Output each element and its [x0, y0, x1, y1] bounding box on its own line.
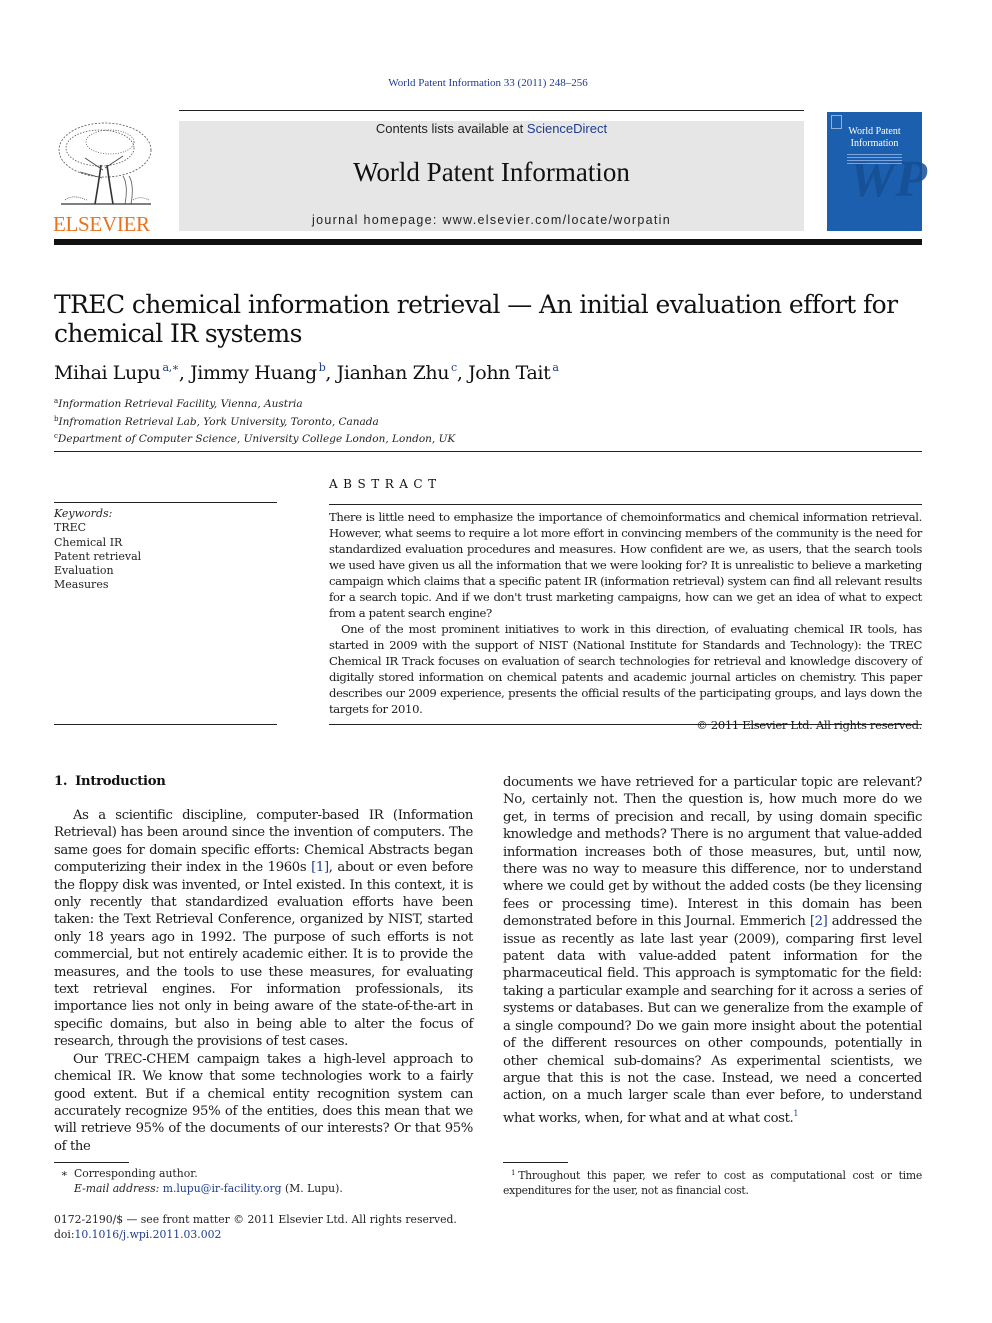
affiliation-text: Infromation Retrieval Lab, York Universi… [58, 415, 379, 428]
abstract-top-rule [329, 504, 922, 505]
journal-homepage-link[interactable]: journal homepage: www.elsevier.com/locat… [179, 213, 804, 227]
journal-reference-link[interactable]: World Patent Information 33 (2011) 248–2… [0, 77, 976, 89]
issn-line: 0172-2190/$ — see front matter © 2011 El… [54, 1213, 457, 1226]
sciencedirect-link[interactable]: ScienceDirect [527, 121, 607, 136]
author[interactable]: Jimmy Huang b [190, 361, 326, 384]
asterisk-mark: ∗ [60, 1167, 68, 1180]
author-name: Jimmy Huang [190, 362, 317, 384]
corresponding-author-text: Corresponding author. [74, 1167, 198, 1180]
elsevier-logo[interactable]: ELSEVIER [53, 120, 156, 236]
journal-masthead: Contents lists available at ScienceDirec… [179, 121, 804, 231]
cover-title-line1: World Patent [848, 126, 901, 137]
footnote-rule [54, 1162, 129, 1163]
keywords-label: Keywords: [54, 507, 113, 520]
keyword: Chemical IR [54, 535, 123, 549]
abstract-heading: ABSTRACT [329, 477, 442, 491]
footnote-link[interactable]: 1 [793, 1109, 798, 1118]
affiliation-text: Information Retrieval Facility, Vienna, … [58, 398, 303, 410]
affiliation: bInfromation Retrieval Lab, York Univers… [54, 412, 455, 430]
corresponding-author-footnote: ∗ Corresponding author. E-mail address: m… [54, 1166, 343, 1196]
body-column-right: documents we have retrieved for a partic… [503, 774, 922, 1127]
affiliations: aInformation Retrieval Facility, Vienna,… [54, 394, 455, 447]
keyword: TREC [54, 521, 87, 535]
abstract-copyright: © 2011 Elsevier Ltd. All rights reserved… [696, 718, 922, 732]
footnote-text: Throughout this paper, we refer to cost … [503, 1169, 922, 1197]
contents-prefix: Contents lists available at [375, 121, 527, 136]
author-name: John Tait [468, 362, 551, 384]
body-column-left: As a scientific discipline, computer-bas… [54, 807, 473, 1155]
article-info-rule [54, 451, 922, 452]
author-affiliation-mark[interactable]: a [552, 361, 559, 374]
footnote-rule [503, 1162, 568, 1163]
keyword: Measures [54, 578, 109, 592]
section-title: Introduction [75, 774, 166, 789]
paragraph-text: documents we have retrieved for a partic… [503, 775, 922, 930]
keyword: Patent retrieval [54, 549, 142, 563]
author[interactable]: John Tait a [468, 361, 559, 384]
author-separator: , [456, 362, 469, 384]
citation-link[interactable]: [1] [311, 860, 329, 875]
citation-link[interactable]: [2] [810, 914, 828, 929]
paragraph-text: , about or even before the floppy disk w… [54, 860, 473, 1050]
body-paragraph: Our TREC-CHEM campaign takes a high-leve… [54, 1051, 473, 1154]
cover-title: World Patent Information [827, 126, 922, 150]
abstract-paragraph: There is little need to emphasize the im… [329, 510, 922, 620]
journal-title: World Patent Information [353, 157, 630, 187]
email-suffix: (M. Lupu). [281, 1182, 343, 1195]
masthead-top-rule [179, 110, 804, 111]
paragraph-text: addressed the issue as recently as late … [503, 914, 923, 1126]
author-affiliation-mark[interactable]: a,∗ [162, 361, 179, 374]
affiliation: aInformation Retrieval Facility, Vienna,… [54, 394, 455, 412]
section-number: 1. [54, 774, 68, 789]
author[interactable]: Mihai Lupu a,∗ [54, 361, 179, 384]
author-list: Mihai Lupu a,∗, Jimmy Huang b, Jianhan Zhu… [54, 361, 559, 384]
elsevier-tree-icon [58, 122, 152, 205]
cover-monogram: WP [849, 151, 927, 208]
cover-title-line2: Information [850, 138, 899, 149]
affiliation-text: Department of Computer Science, Universi… [57, 433, 456, 445]
author-separator: , [178, 362, 191, 384]
section-heading-introduction: 1. Introduction [54, 774, 166, 789]
author-separator: , [325, 362, 337, 384]
body-paragraph: documents we have retrieved for a partic… [503, 774, 922, 1127]
author-name: Jianhan Zhu [336, 362, 450, 384]
abstract-body: There is little need to emphasize the im… [329, 509, 922, 733]
elsevier-wordmark: ELSEVIER [53, 212, 150, 236]
doi-prefix: doi: [54, 1228, 75, 1241]
cover-subtitle-lines [847, 154, 902, 155]
journal-cover-thumbnail[interactable]: WP World Patent Information [827, 112, 927, 231]
email-link[interactable]: m.lupu@ir-facility.org [163, 1182, 282, 1195]
doi-link[interactable]: 10.1016/j.wpi.2011.03.002 [75, 1228, 222, 1241]
footnote-1: 1 Throughout this paper, we refer to cost… [503, 1166, 922, 1198]
keyword: Evaluation [54, 564, 114, 578]
affiliation: cDepartment of Computer Science, Univers… [54, 429, 455, 447]
body-paragraph: As a scientific discipline, computer-bas… [54, 807, 473, 1051]
footnote-mark: 1 [511, 1169, 516, 1177]
keywords-bottom-rule [54, 724, 277, 725]
email-label: E-mail address: [74, 1182, 160, 1195]
contents-line: Contents lists available at ScienceDirec… [179, 121, 804, 137]
abstract-paragraph: One of the most prominent initiatives to… [329, 622, 922, 716]
article-title: TREC chemical information retrieval — An… [54, 290, 898, 348]
front-matter: 0172-2190/$ — see front matter © 2011 El… [54, 1212, 457, 1242]
keywords-panel: Keywords: TREC Chemical IR Patent retrie… [54, 507, 141, 593]
author[interactable]: Jianhan Zhu c [336, 361, 458, 384]
author-name: Mihai Lupu [54, 362, 161, 384]
keywords-top-rule [54, 502, 277, 503]
masthead-bottom-rule [54, 239, 922, 245]
